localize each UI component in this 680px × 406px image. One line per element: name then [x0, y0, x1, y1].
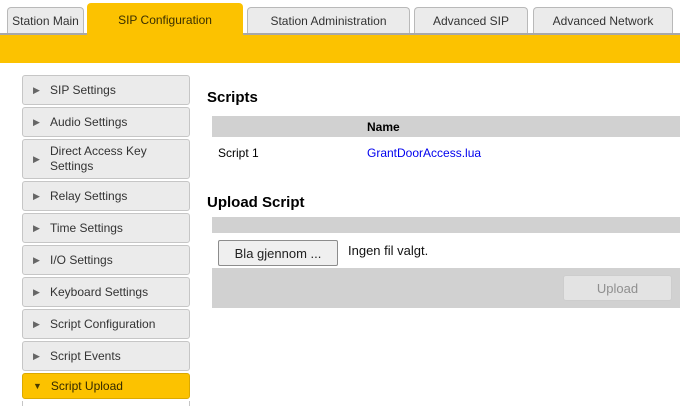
sidebar-item-time-settings[interactable]: ▶ Time Settings	[22, 213, 190, 243]
script-file-link[interactable]: GrantDoorAccess.lua	[367, 146, 481, 160]
sidebar-item-label: I/O Settings	[50, 253, 113, 268]
sidebar-expanded-panel	[22, 401, 190, 406]
browse-button[interactable]: Bla gjennom ...	[218, 240, 338, 266]
sidebar-item-direct-access-key-settings[interactable]: ▶ Direct Access Key Settings	[22, 139, 190, 179]
chevron-right-icon: ▶	[33, 288, 41, 297]
sidebar-item-io-settings[interactable]: ▶ I/O Settings	[22, 245, 190, 275]
sidebar-item-label: Direct Access Key Settings	[50, 144, 183, 174]
chevron-right-icon: ▶	[33, 320, 41, 329]
chevron-right-icon: ▶	[33, 256, 41, 265]
tab-advanced-network[interactable]: Advanced Network	[533, 7, 673, 33]
sidebar-item-label: SIP Settings	[50, 83, 116, 98]
sidebar-item-label: Audio Settings	[50, 115, 127, 130]
tab-advanced-sip[interactable]: Advanced SIP	[414, 7, 528, 33]
no-file-selected-text: Ingen fil valgt.	[348, 233, 428, 268]
chevron-right-icon: ▶	[33, 192, 41, 201]
tab-sip-configuration[interactable]: SIP Configuration	[87, 3, 243, 37]
sidebar-item-keyboard-settings[interactable]: ▶ Keyboard Settings	[22, 277, 190, 307]
sidebar-nav: ▶ SIP Settings ▶ Audio Settings ▶ Direct…	[22, 75, 190, 406]
name-column-header: Name	[367, 120, 400, 134]
chevron-right-icon: ▶	[33, 155, 41, 164]
station-config-page: Station Main SIP Configuration Station A…	[0, 0, 680, 406]
sidebar-item-sip-settings[interactable]: ▶ SIP Settings	[22, 75, 190, 105]
upload-footer-bar: Upload	[212, 268, 680, 308]
chevron-down-icon: ▼	[33, 382, 42, 391]
sidebar-item-script-configuration[interactable]: ▶ Script Configuration	[22, 309, 190, 339]
sidebar-item-audio-settings[interactable]: ▶ Audio Settings	[22, 107, 190, 137]
chevron-right-icon: ▶	[33, 352, 41, 361]
sidebar-item-label: Script Events	[50, 349, 121, 364]
sidebar-item-label: Script Configuration	[50, 317, 155, 332]
table-row: Script 1 GrantDoorAccess.lua	[212, 139, 680, 167]
upload-table-header	[212, 217, 680, 233]
sidebar-item-script-events[interactable]: ▶ Script Events	[22, 341, 190, 371]
sidebar-item-label: Time Settings	[50, 221, 123, 236]
chevron-right-icon: ▶	[33, 224, 41, 233]
sidebar-item-label: Keyboard Settings	[50, 285, 148, 300]
sidebar-item-label: Relay Settings	[50, 189, 127, 204]
sidebar-item-relay-settings[interactable]: ▶ Relay Settings	[22, 181, 190, 211]
file-input-row: Bla gjennom ... Ingen fil valgt.	[212, 233, 680, 268]
scripts-heading: Scripts	[207, 89, 258, 106]
upload-script-heading: Upload Script	[207, 194, 305, 211]
accent-band	[0, 33, 680, 63]
chevron-right-icon: ▶	[33, 118, 41, 127]
tab-station-administration[interactable]: Station Administration	[247, 7, 410, 33]
scripts-table-header: Name	[212, 116, 680, 137]
chevron-right-icon: ▶	[33, 86, 41, 95]
sidebar-item-label: Script Upload	[51, 379, 123, 394]
sidebar-item-script-upload[interactable]: ▼ Script Upload	[22, 373, 190, 399]
script-slot-label: Script 1	[218, 146, 367, 160]
tab-station-main[interactable]: Station Main	[7, 7, 84, 33]
upload-button[interactable]: Upload	[563, 275, 672, 301]
